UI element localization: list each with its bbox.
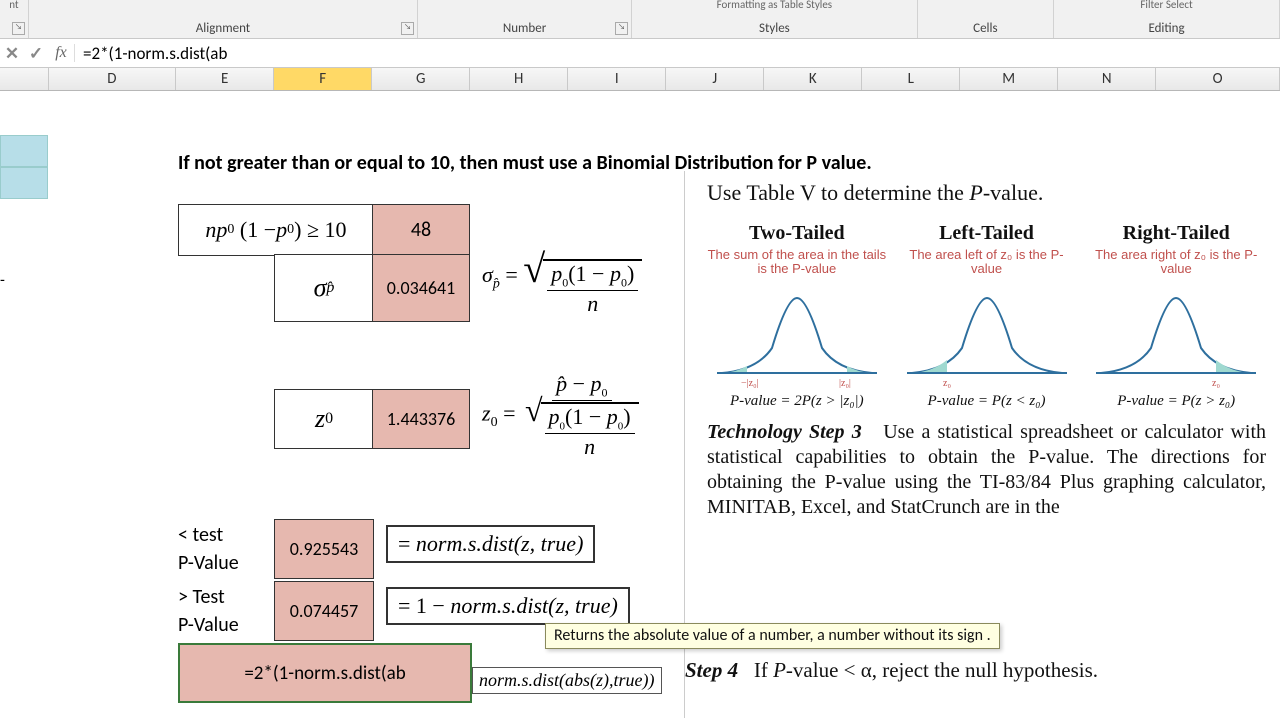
function-tooltip: Returns the absolute value of a number, … xyxy=(545,623,1000,649)
col-header-m[interactable]: M xyxy=(960,68,1058,90)
col-header-i[interactable]: I xyxy=(568,68,666,90)
col-header-e[interactable]: E xyxy=(176,68,274,90)
overlay-lead: Use Table V to determine the P-value. xyxy=(707,179,1266,207)
bell-right-tailed: z₀ xyxy=(1096,278,1256,388)
ribbon-group-number: Number ↘ xyxy=(418,0,632,38)
sigma-formula: σp̂ = √ p0(1 − p0) n xyxy=(482,259,642,317)
sigma-value-cell[interactable]: 0.034641 xyxy=(372,254,470,322)
formula-lt: = norm.s.dist(z, true) xyxy=(386,525,595,563)
textbook-overlay: Use Table V to determine the P-value. Tw… xyxy=(684,171,1280,718)
tails-row: Two-Tailed The sum of the area in the ta… xyxy=(707,221,1266,411)
col-header-g[interactable]: G xyxy=(372,68,470,90)
np-value-cell[interactable]: 48 xyxy=(372,204,470,256)
column-headers: D E F G H I J K L M N O xyxy=(0,68,1280,91)
ribbon-group-cells: Cells xyxy=(918,0,1054,38)
ribbon-group-font: nt ↘ xyxy=(0,0,29,38)
col-header-h[interactable]: H xyxy=(470,68,568,90)
col-header-j[interactable]: J xyxy=(666,68,764,90)
svg-text:−|z₀|: −|z₀| xyxy=(741,378,759,388)
sigma-label-cell: σp̂ xyxy=(274,254,374,322)
z0-formula: z0 = p̂ − p0 √ p0(1 − p0) n xyxy=(482,371,643,460)
tail-left: Left-Tailed The area left of z₀ is the P… xyxy=(897,221,1077,411)
col-header-o[interactable]: O xyxy=(1156,68,1280,90)
ribbon-group-styles: Formatting as Table Styles Styles xyxy=(632,0,918,38)
ribbon-group-alignment: Alignment ↘ xyxy=(29,0,418,38)
lt-value-cell[interactable]: 0.925543 xyxy=(274,519,374,579)
formula-input[interactable] xyxy=(79,42,1280,65)
z0-label-cell: z0 xyxy=(274,389,374,449)
overlay-body: Technology Step 3 Use a statistical spre… xyxy=(707,420,1266,520)
bell-two-tailed: −|z₀| |z₀| xyxy=(717,278,877,388)
step4: Step 4 If P-value < α, reject the null h… xyxy=(685,657,1098,683)
ribbon-groups: nt ↘ Alignment ↘ Number ↘ Formatting as … xyxy=(0,0,1280,39)
formula-gt: = 1 − norm.s.dist(z, true) xyxy=(386,587,630,625)
tail-right: Right-Tailed The area right of z₀ is the… xyxy=(1086,221,1266,411)
blue-cell: - xyxy=(0,271,5,290)
col-header-f[interactable]: F xyxy=(274,68,372,90)
col-header-k[interactable]: K xyxy=(764,68,862,90)
bell-left-tailed: z₀ xyxy=(907,278,1067,388)
ribbon-group-editing: Filter Select Editing xyxy=(1054,0,1280,38)
lt-label2: P-Value xyxy=(178,551,239,575)
tail-two: Two-Tailed The sum of the area in the ta… xyxy=(707,221,887,411)
blue-cell[interactable] xyxy=(0,167,48,199)
enter-button[interactable]: ✓ xyxy=(24,43,48,64)
gt-label2: P-Value xyxy=(178,613,239,637)
gt-label: > Test xyxy=(178,585,225,609)
sheet-area[interactable]: - If not greater than or equal to 10, th… xyxy=(0,91,1280,718)
fx-icon[interactable]: fx xyxy=(48,44,75,62)
gt-value-cell[interactable]: 0.074457 xyxy=(274,581,374,641)
cancel-button[interactable]: ✕ xyxy=(0,43,24,64)
col-header-d[interactable]: D xyxy=(49,68,177,90)
svg-text:|z₀|: |z₀| xyxy=(839,378,851,388)
formula-bar: ✕ ✓ fx xyxy=(0,39,1280,68)
col-header-l[interactable]: L xyxy=(862,68,960,90)
active-cell-edit[interactable]: =2*(1-norm.s.dist(ab xyxy=(178,643,472,703)
z0-value-cell[interactable]: 1.443376 xyxy=(372,389,470,449)
lt-label: < test xyxy=(178,523,223,547)
col-header[interactable] xyxy=(0,68,49,90)
ribbon-dlg-icon[interactable]: ↘ xyxy=(401,22,414,35)
np-formula-cell: np0 (1 − p0) ≥ 10 xyxy=(178,204,374,256)
svg-text:z₀: z₀ xyxy=(1212,378,1220,388)
ribbon-dlg-icon[interactable]: ↘ xyxy=(12,22,25,35)
col-header-n[interactable]: N xyxy=(1058,68,1156,90)
blue-cell[interactable] xyxy=(0,135,48,167)
svg-text:z₀: z₀ xyxy=(943,378,951,388)
formula-2t: norm.s.dist(abs(z),true)) xyxy=(472,667,662,694)
ribbon-dlg-icon[interactable]: ↘ xyxy=(615,22,628,35)
grid[interactable]: D E F G H I J K L M N O - If not greater… xyxy=(0,68,1280,718)
